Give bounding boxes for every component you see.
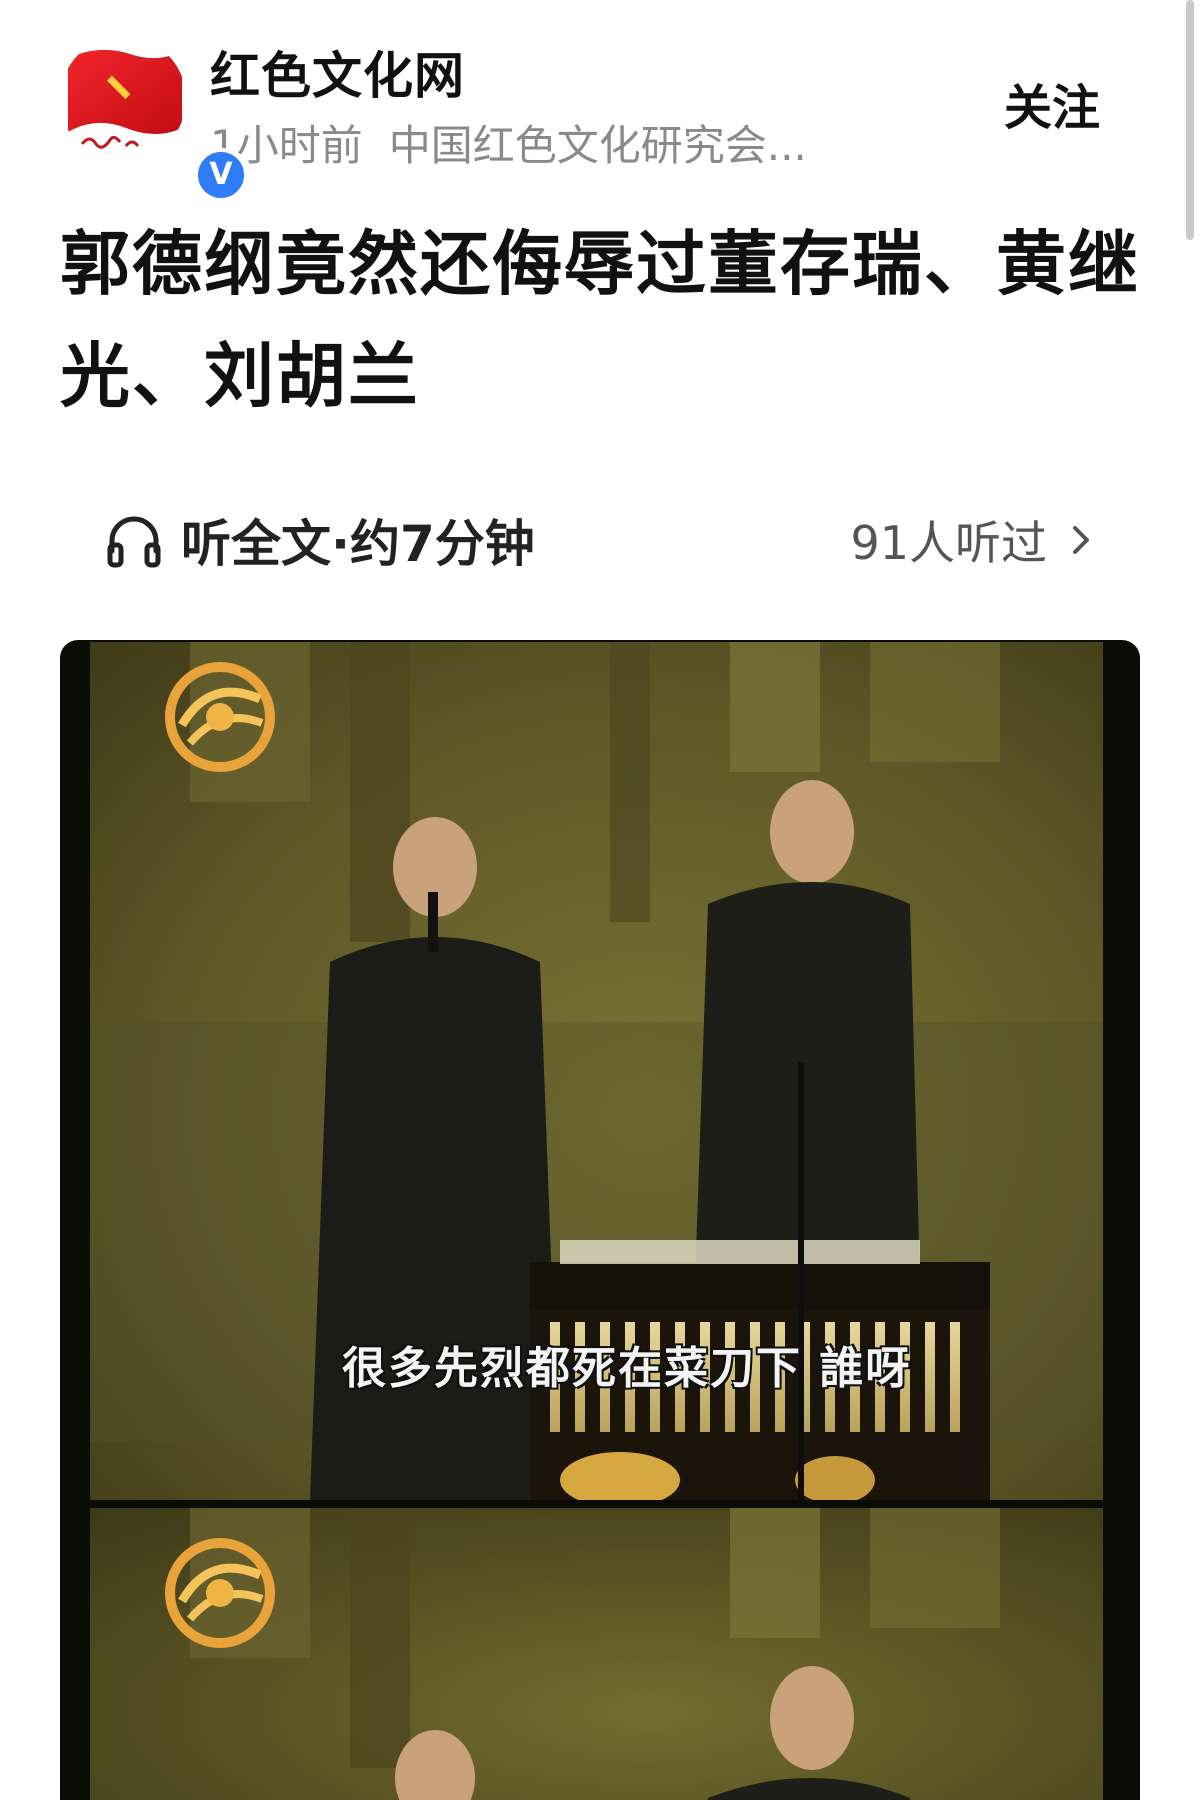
author-header: V 红色文化网 1小时前 中国红色文化研究会... 关注: [60, 36, 1140, 202]
author-meta: 1小时前 中国红色文化研究会...: [210, 112, 807, 173]
article-image[interactable]: 很多先烈都死在菜刀下 誰呀: [60, 640, 1140, 1800]
listen-count: 91人听过: [850, 516, 1047, 570]
author-name[interactable]: 红色文化网: [210, 36, 465, 108]
video-frame: 很多先烈都死在菜刀下 誰呀: [90, 642, 1103, 1500]
chevron-right-icon: [1073, 526, 1089, 554]
video-subtitle: 很多先烈都死在菜刀下 誰呀: [342, 1343, 912, 1394]
listeners-link[interactable]: 91人听过: [850, 500, 1095, 580]
listen-bar: 听全文·约7分钟 91人听过: [105, 500, 1095, 580]
party-flag-icon: [60, 36, 186, 162]
video-frame: [90, 1508, 1103, 1800]
follow-button[interactable]: 关注: [1004, 68, 1100, 138]
author-source: 中国红色文化研究会...: [388, 121, 807, 170]
headphone-icon: [107, 516, 161, 568]
article-page: V 红色文化网 1小时前 中国红色文化研究会... 关注 郭德纲竟然还侮辱过董存瑞…: [0, 0, 1200, 1800]
article-title: 郭德纲竟然还侮辱过董存瑞、黄继光、刘胡兰: [60, 223, 1140, 417]
scrollbar[interactable]: [1186, 0, 1194, 240]
stage-scene: [90, 1508, 1103, 1800]
verified-badge-icon: V: [194, 148, 248, 202]
listen-full-text-button[interactable]: 听全文·约7分钟: [105, 500, 535, 580]
avatar[interactable]: [60, 36, 186, 162]
listen-label: 听全文·约7分钟: [181, 515, 535, 573]
